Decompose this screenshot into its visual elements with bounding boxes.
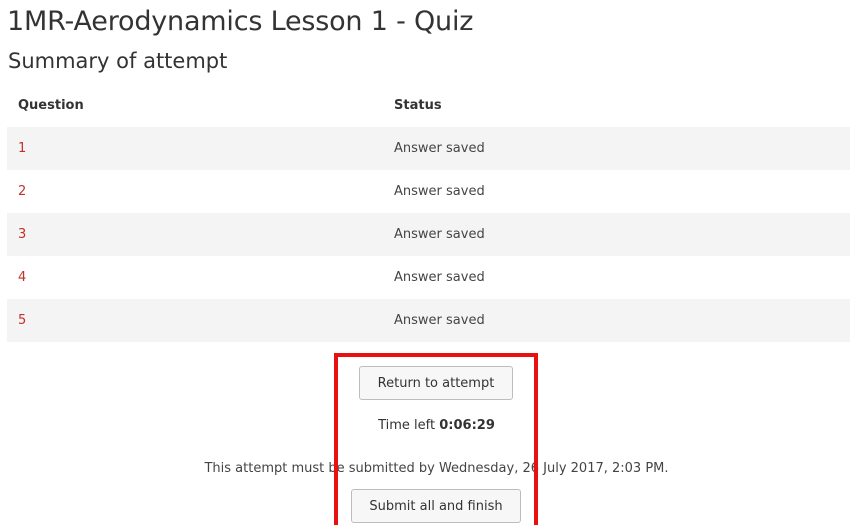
return-to-attempt-button[interactable]: Return to attempt [359,366,513,400]
column-header-status: Status [394,97,442,113]
question-link[interactable]: 1 [18,141,26,156]
status-cell: Answer saved [394,184,485,199]
table-row: 2 Answer saved [7,170,850,213]
status-cell: Answer saved [394,270,485,285]
time-left-label: Time left [378,418,436,433]
attempt-summary-table: Question Status 1 Answer saved 2 Answer … [7,83,850,342]
table-row: 1 Answer saved [7,127,850,170]
question-link[interactable]: 3 [18,227,26,242]
table-header-row: Question Status [7,83,850,127]
table-row: 4 Answer saved [7,256,850,299]
table-row: 3 Answer saved [7,213,850,256]
question-link[interactable]: 2 [18,184,26,199]
section-title: Summary of attempt [8,49,228,73]
submission-deadline-text: This attempt must be submitted by Wednes… [204,461,669,476]
status-cell: Answer saved [394,227,485,242]
page-title: 1MR-Aerodynamics Lesson 1 - Quiz [7,6,474,37]
submit-all-and-finish-button[interactable]: Submit all and finish [351,489,521,523]
time-left: Time left 0:06:29 [0,418,851,433]
status-cell: Answer saved [394,141,485,156]
quiz-summary-page: 1MR-Aerodynamics Lesson 1 - Quiz Summary… [0,0,851,525]
table-row: 5 Answer saved [7,299,850,342]
time-left-value: 0:06:29 [439,418,495,433]
question-link[interactable]: 5 [18,313,26,328]
status-cell: Answer saved [394,313,485,328]
column-header-question: Question [18,97,84,113]
question-link[interactable]: 4 [18,270,26,285]
